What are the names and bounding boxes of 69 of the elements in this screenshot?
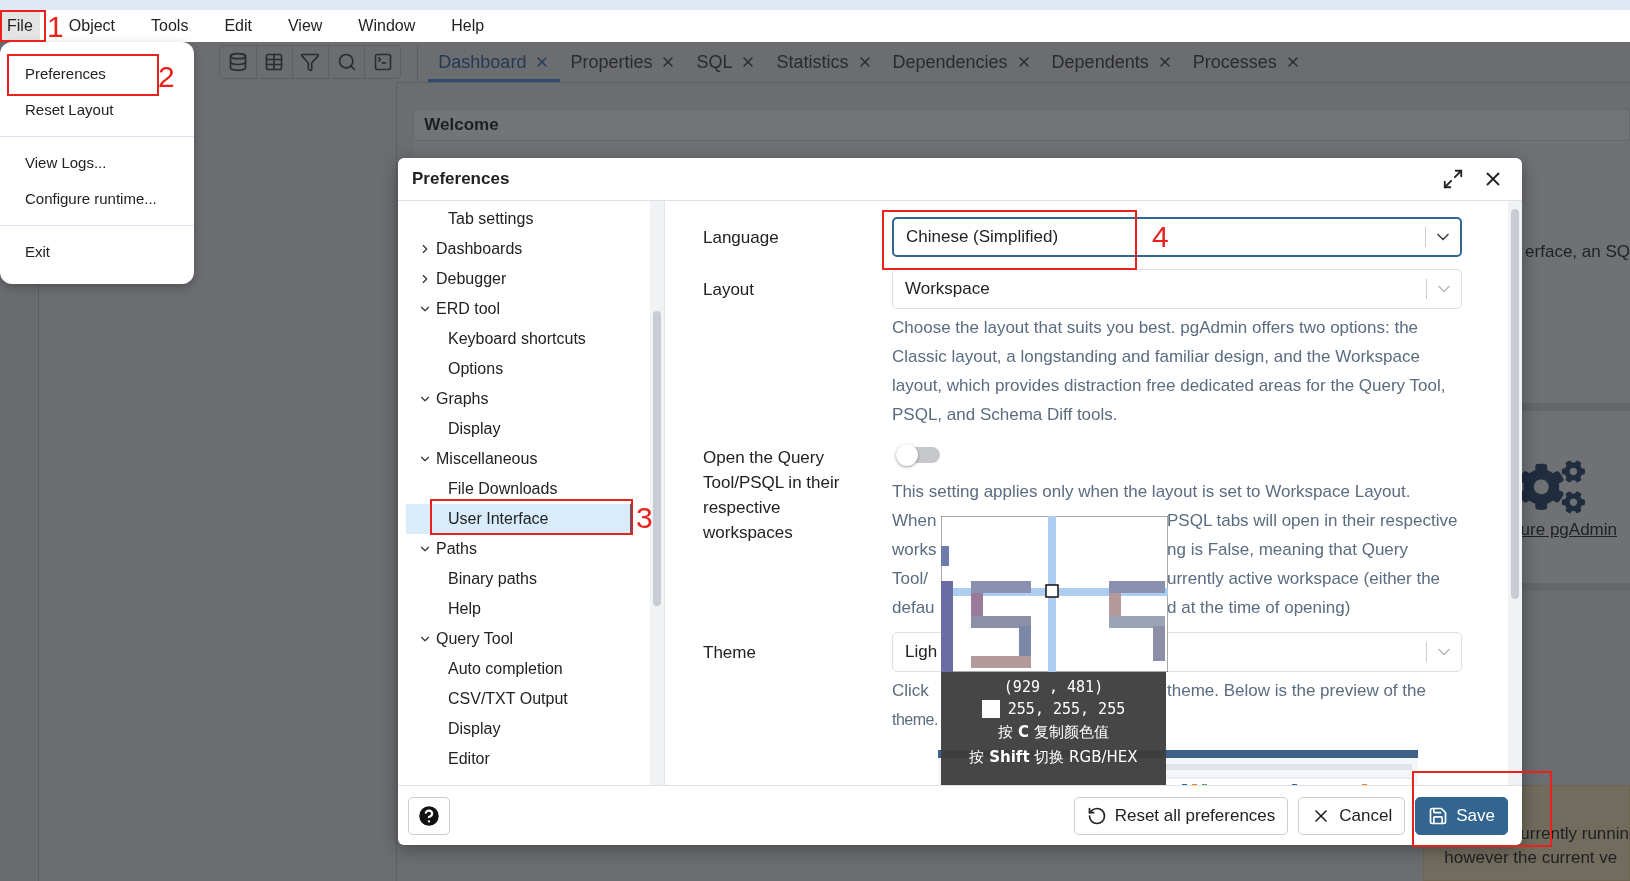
tree-item[interactable]: User Interface <box>406 504 633 534</box>
tree-item[interactable]: Help <box>406 594 633 624</box>
dialog-title: Preferences <box>412 169 511 189</box>
tree-item[interactable]: Tab settings <box>406 204 633 234</box>
tree-item[interactable]: Editor <box>406 744 633 774</box>
help-text: Click <box>892 680 930 702</box>
help-text: PSQL tabs will open in their respective <box>1167 510 1459 532</box>
menu-item[interactable]: View <box>280 10 330 42</box>
color-swatch <box>981 700 1000 718</box>
help-text: theme. Below is the preview of the <box>1167 680 1427 702</box>
tree-item[interactable]: Debugger <box>406 264 633 294</box>
setting-label: Open the Query Tool/PSQL in their respective workspaces <box>703 447 841 544</box>
step-number: 2 <box>158 62 175 92</box>
menu-entry[interactable]: Configure runtime... <box>0 181 182 217</box>
save-icon <box>1428 805 1449 826</box>
tree-item[interactable]: Miscellaneous <box>406 444 633 474</box>
help-button[interactable] <box>408 796 450 835</box>
step-number: 3 <box>636 503 653 533</box>
tree-item[interactable]: ERD tool <box>406 294 633 324</box>
help-text: urrently active workspace (either the <box>1167 568 1442 590</box>
cursor-coordinates: (929 , 481) <box>1003 678 1104 696</box>
step-number: 4 <box>1152 222 1169 252</box>
menu-item[interactable]: Help <box>444 10 492 42</box>
setting-label: Language <box>703 227 780 249</box>
menu-item[interactable]: Edit <box>217 10 259 42</box>
setting-label: Theme <box>703 642 757 664</box>
intro-text: erface, an SQ <box>1525 242 1630 262</box>
tree-item[interactable]: Display <box>406 414 633 444</box>
help-text: Tool/ <box>892 568 929 590</box>
tree-item[interactable]: Keyboard shortcuts <box>406 324 633 354</box>
tree-item[interactable]: Display <box>406 714 633 744</box>
warning-text: however the current ve <box>1443 847 1619 869</box>
highlight-frame <box>0 10 46 42</box>
color-value: 255, 255, 255 <box>1007 700 1126 718</box>
shortcut-hint: 按 C 复制颜色值 <box>998 722 1109 743</box>
help-text: This setting applies only when the layout is set to Workspace Layout. <box>892 482 1411 501</box>
tree-item[interactable]: Paths <box>406 534 633 564</box>
scrollbar[interactable] <box>1511 209 1519 599</box>
help-text: Choose the layout that suits you best. pgAdmin offers two options: the Classic layout, a longstanding and familiar design, and the Workspace layout, which provides distraction free dedicated areas for the Query Tool, PSQL, and Schema Diff tools. <box>892 317 1447 426</box>
panel-title: Welcome <box>413 109 1630 141</box>
step-number: 1 <box>47 12 64 42</box>
tree-item[interactable]: CSV/TXT Output <box>406 684 633 714</box>
scrollbar[interactable] <box>653 311 661 606</box>
reset-button[interactable]: Reset all preferences <box>1073 796 1289 835</box>
menu-entry[interactable]: Reset Layout <box>0 92 139 128</box>
tree-item[interactable]: Binary paths <box>406 564 633 594</box>
cancel-button[interactable]: Cancel <box>1298 796 1406 835</box>
menu-entry[interactable]: View Logs... <box>0 145 132 181</box>
help-text: When <box>892 510 938 532</box>
select-field[interactable]: Workspace <box>892 269 1462 309</box>
menu-item[interactable]: Window <box>351 10 423 42</box>
tree-item[interactable]: Auto completion <box>406 654 633 684</box>
tree-item[interactable]: Query Tool <box>406 624 633 654</box>
menu-item[interactable]: Tools <box>144 10 196 42</box>
menu-entry[interactable]: Preferences <box>0 56 131 92</box>
help-text: works <box>892 539 938 561</box>
menu-entry[interactable]: Exit <box>0 234 75 270</box>
tree-item[interactable]: Options <box>406 354 633 384</box>
help-text: defau <box>892 597 936 619</box>
setting-label: Layout <box>703 279 756 301</box>
tree-item[interactable]: Graphs <box>406 384 633 414</box>
tree-item[interactable]: File Downloads <box>406 474 633 504</box>
shortcut-hint: 按 Shift 切换 RGB/HEX <box>969 747 1138 768</box>
help-text: theme. <box>892 711 938 728</box>
reset-icon <box>1086 805 1107 826</box>
tree-item[interactable]: Dashboards <box>406 234 633 264</box>
help-text: d at the time of opening) <box>1167 597 1352 619</box>
help-text: ng is False, meaning that Query <box>1167 539 1409 561</box>
save-button[interactable]: Save <box>1415 796 1508 835</box>
